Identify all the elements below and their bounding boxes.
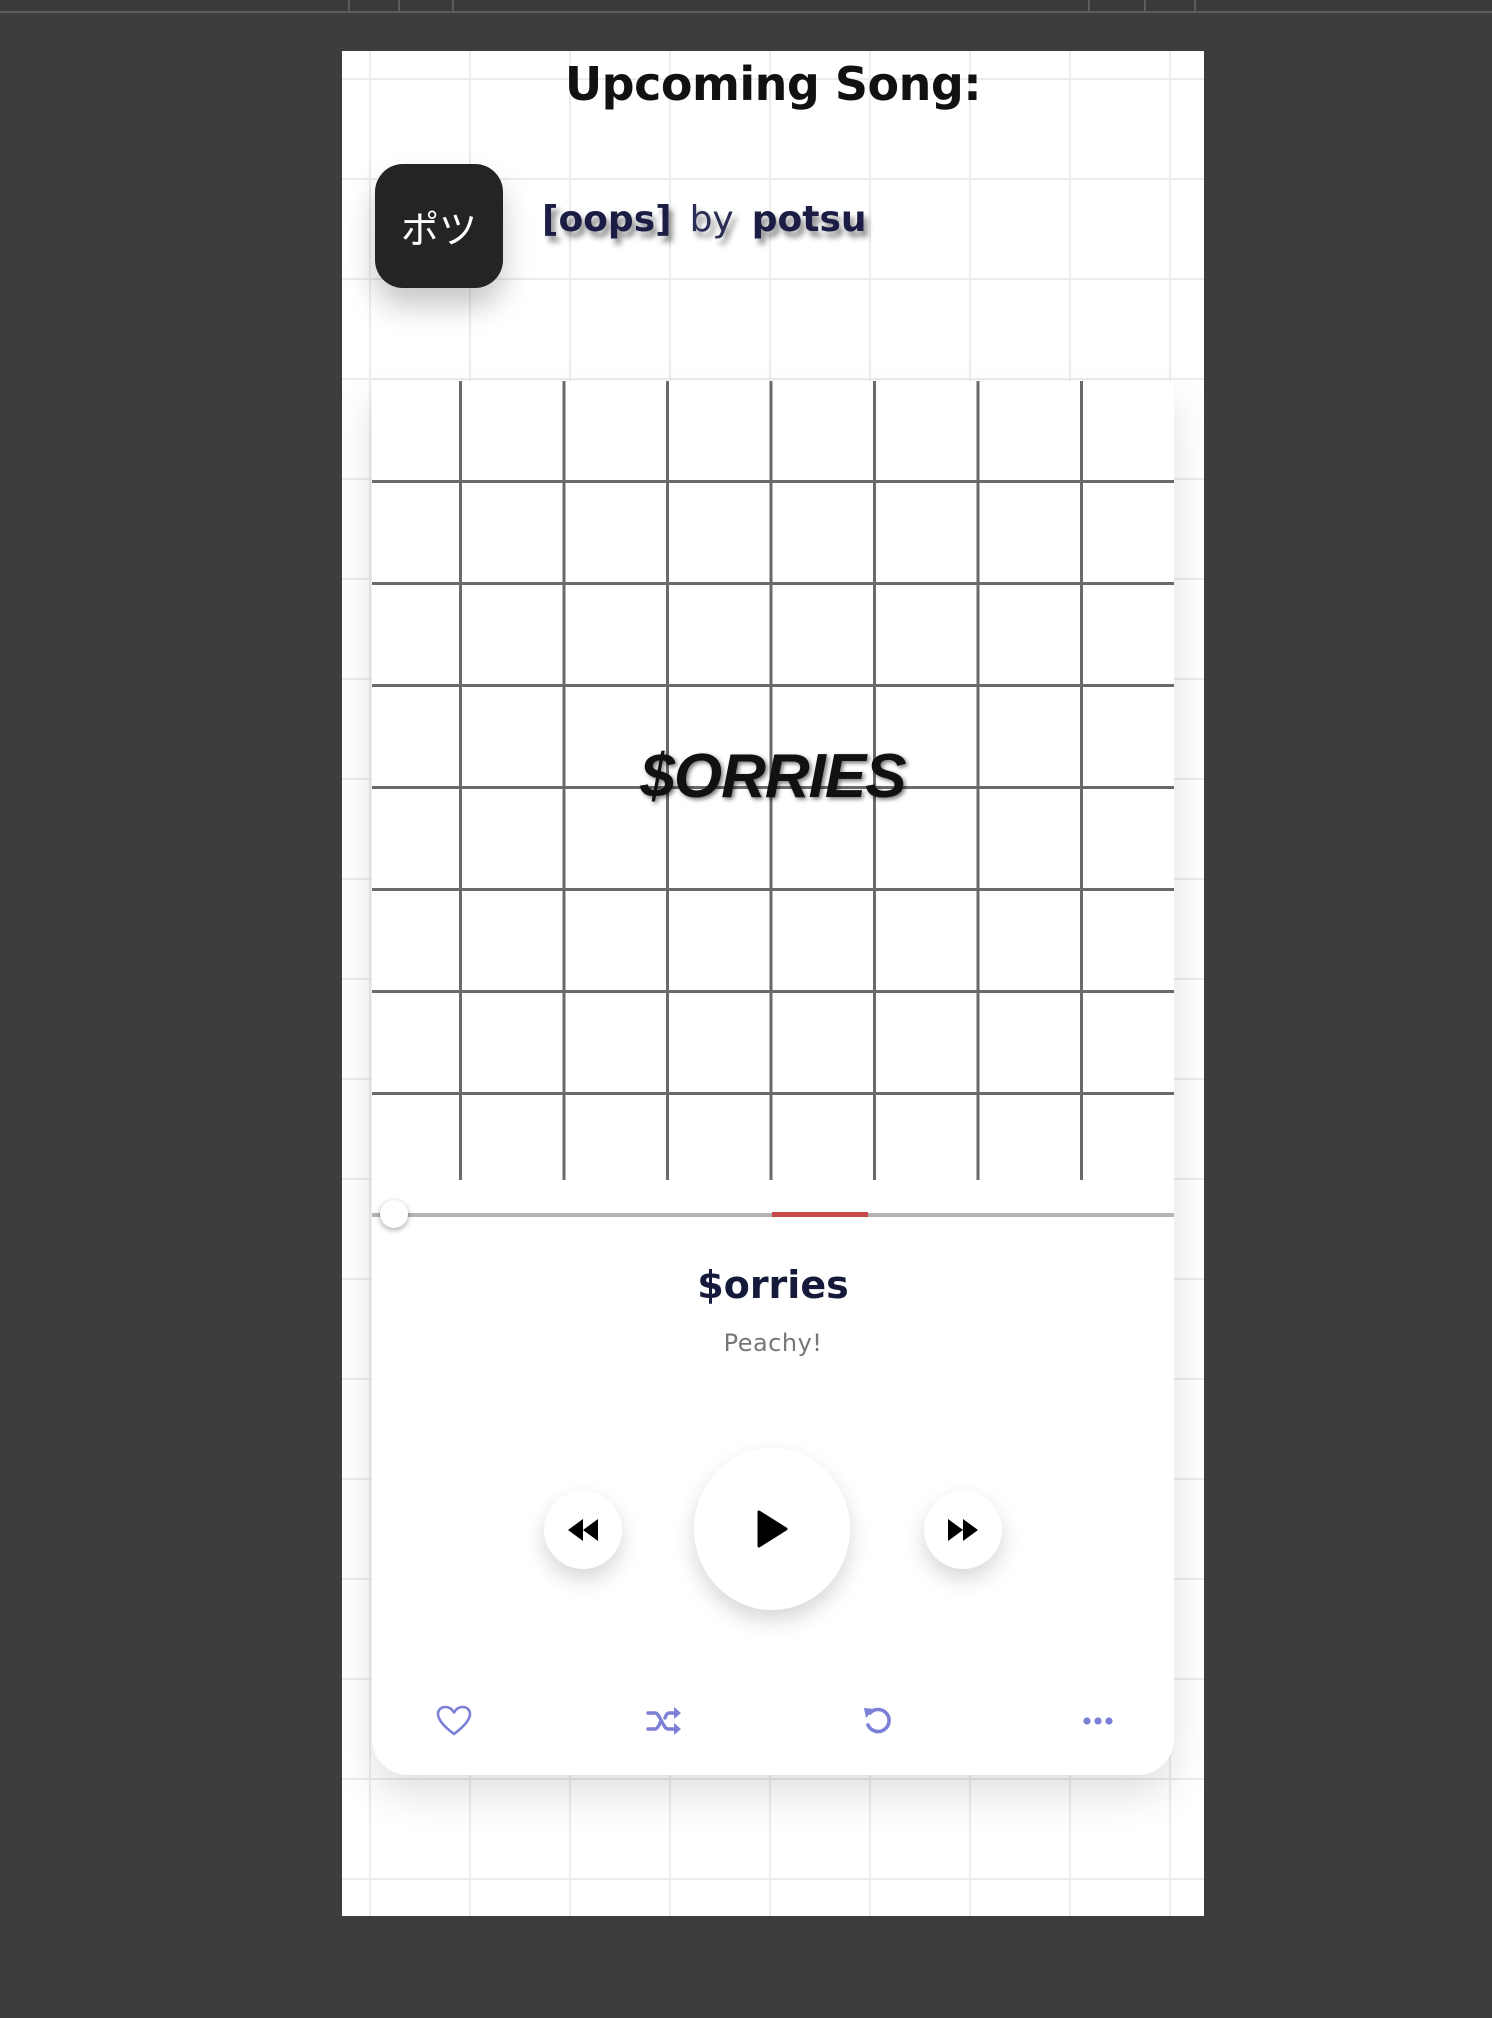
heart-icon <box>436 1705 472 1736</box>
upcoming-by-label: by <box>689 199 734 240</box>
toolbar-divider <box>348 0 350 11</box>
more-options-button[interactable] <box>1068 1691 1128 1751</box>
rewind-icon <box>568 1519 598 1541</box>
toolbar-divider <box>1194 0 1196 11</box>
fast-forward-icon <box>948 1519 978 1541</box>
toolbar-divider <box>1144 0 1146 11</box>
player-card: $ORRIES $orries Peachy! <box>372 381 1174 1775</box>
upcoming-artist-name: potsu <box>751 199 867 240</box>
album-cover: $ORRIES <box>372 381 1174 1180</box>
upcoming-heading: Upcoming Song: <box>564 57 982 111</box>
upcoming-artist-avatar[interactable]: ポツ <box>375 164 503 288</box>
progress-buffer-mark <box>772 1212 868 1217</box>
song-artist: Peachy! <box>723 1329 823 1357</box>
shuffle-button[interactable] <box>634 1691 694 1751</box>
more-icon <box>1083 1717 1113 1725</box>
top-toolbar <box>0 0 1492 13</box>
rewind-button[interactable] <box>544 1491 622 1569</box>
shuffle-icon <box>646 1707 681 1735</box>
upcoming-song-title: [oops] <box>542 199 672 240</box>
upcoming-song-info[interactable]: [oops] by potsu <box>542 199 867 259</box>
music-player-page: Upcoming Song: ポツ [oops] by potsu $ORRIE… <box>342 51 1204 1916</box>
repeat-button[interactable] <box>848 1691 908 1751</box>
fast-forward-button[interactable] <box>924 1491 1002 1569</box>
progress-knob[interactable] <box>380 1200 408 1228</box>
album-cover-text: $ORRIES <box>640 742 906 811</box>
toolbar-divider <box>398 0 400 11</box>
like-button[interactable] <box>424 1691 484 1751</box>
toolbar-divider <box>1088 0 1090 11</box>
repeat-icon <box>864 1707 891 1734</box>
toolbar-divider <box>452 0 454 11</box>
progress-bar[interactable] <box>372 1200 1174 1228</box>
play-icon <box>757 1510 788 1548</box>
song-title: $orries <box>697 1263 849 1307</box>
play-button[interactable] <box>694 1448 850 1610</box>
